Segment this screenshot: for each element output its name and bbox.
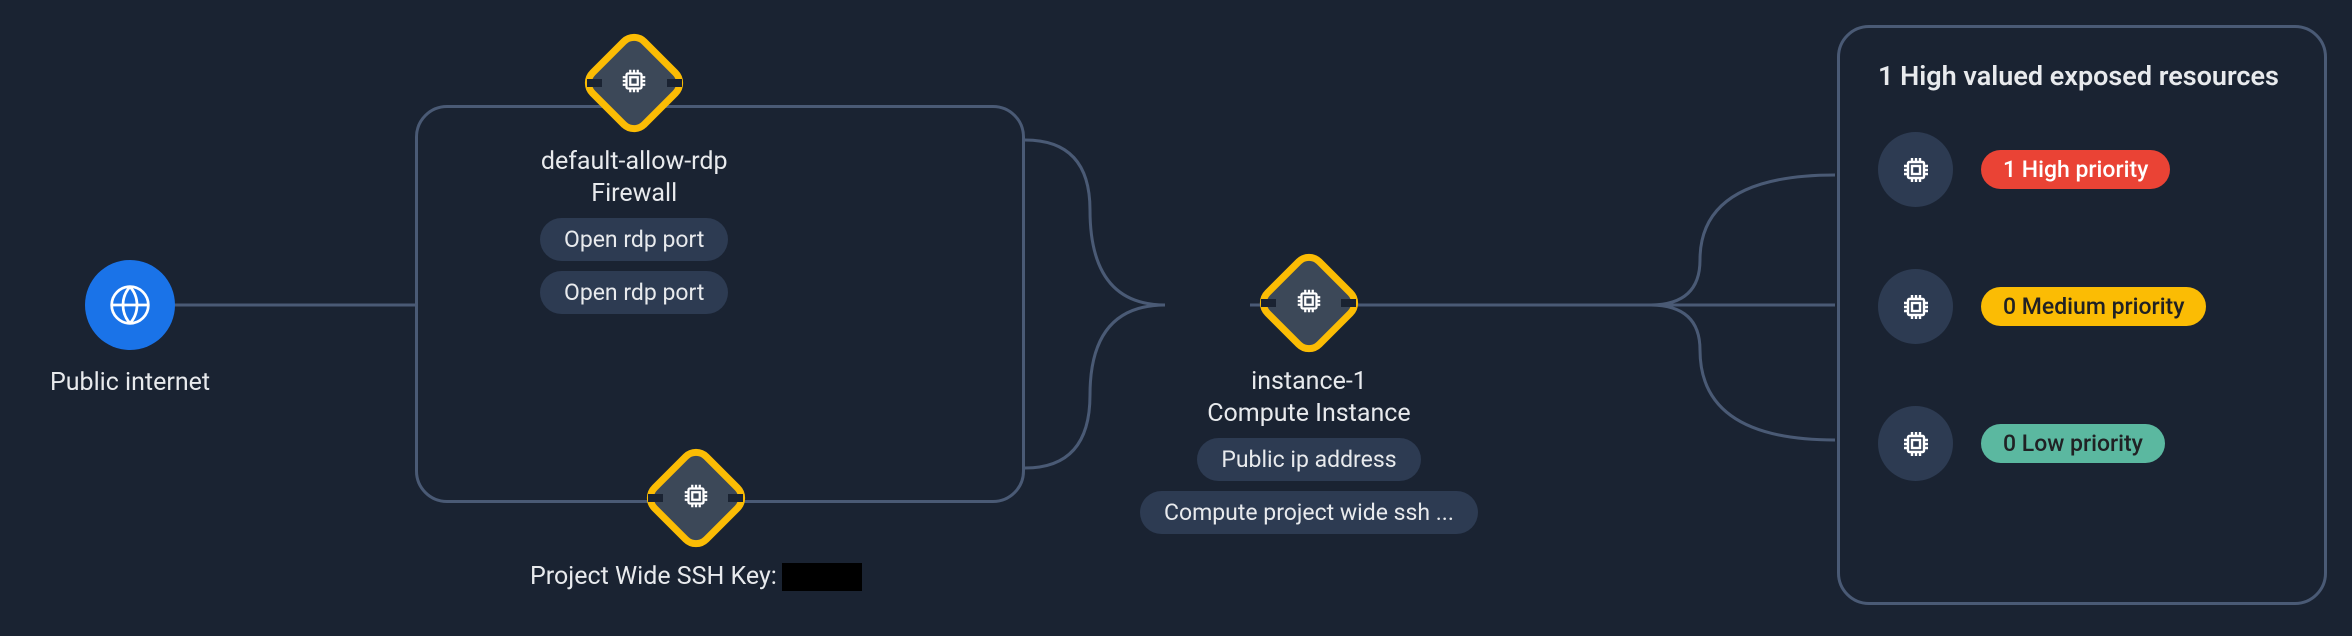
chip-icon (1878, 132, 1953, 207)
firewall-node[interactable]: default-allow-rdp Firewall Open rdp port… (540, 30, 728, 314)
instance-tag[interactable]: Public ip address (1197, 438, 1420, 481)
firewall-tag[interactable]: Open rdp port (540, 271, 728, 314)
instance-node[interactable]: instance-1 Compute Instance Public ip ad… (1140, 250, 1478, 534)
ssh-title: Project Wide SSH Key: (530, 562, 777, 591)
source-node[interactable]: Public internet (50, 260, 210, 397)
instance-subtitle: Compute Instance (1207, 399, 1410, 428)
globe-icon (85, 260, 175, 350)
firewall-subtitle: Firewall (591, 179, 677, 208)
firewall-tags: Open rdp port Open rdp port (540, 218, 728, 314)
instance-tags: Public ip address Compute project wide s… (1140, 438, 1478, 534)
attack-path-diagram: Public internet default-allow-rdp Firewa… (0, 0, 2352, 636)
instance-tag[interactable]: Compute project wide ssh ... (1140, 491, 1478, 534)
chip-icon (1878, 406, 1953, 481)
priority-row-medium[interactable]: 0 Medium priority (1878, 269, 2286, 344)
chip-icon (681, 481, 711, 515)
ssh-diamond (643, 445, 748, 550)
priority-badge-medium: 0 Medium priority (1981, 287, 2206, 326)
ssh-title-row: Project Wide SSH Key: (530, 562, 862, 591)
firewall-tag[interactable]: Open rdp port (540, 218, 728, 261)
panel-title: 1 High valued exposed resources (1878, 60, 2286, 92)
priority-badge-high: 1 High priority (1981, 150, 2170, 189)
redacted-value (782, 563, 862, 591)
source-label: Public internet (50, 368, 210, 397)
firewall-diamond (582, 30, 687, 135)
firewall-title: default-allow-rdp (541, 147, 728, 176)
chip-icon (1294, 286, 1324, 320)
priority-row-high[interactable]: 1 High priority (1878, 132, 2286, 207)
priority-row-low[interactable]: 0 Low priority (1878, 406, 2286, 481)
chip-icon (619, 66, 649, 100)
ssh-node[interactable]: Project Wide SSH Key: (530, 445, 862, 591)
chip-icon (1878, 269, 1953, 344)
instance-title: instance-1 (1251, 367, 1367, 396)
priority-badge-low: 0 Low priority (1981, 424, 2165, 463)
exposed-resources-panel: 1 High valued exposed resources 1 High p… (1837, 25, 2327, 605)
instance-diamond (1256, 250, 1361, 355)
